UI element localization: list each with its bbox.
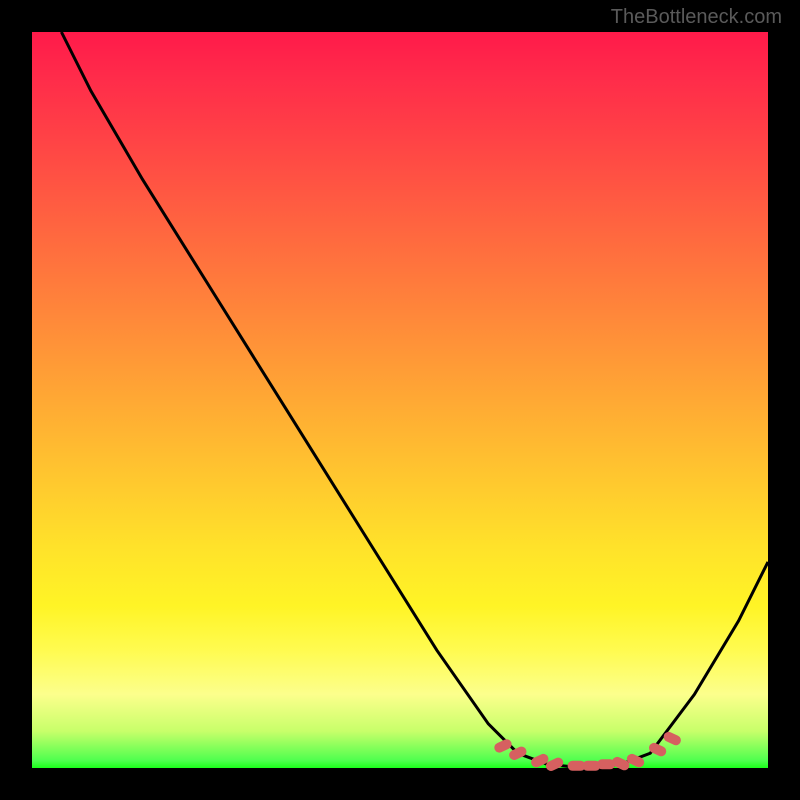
chart-container: TheBottleneck.com xyxy=(0,0,800,800)
bottleneck-curve xyxy=(32,32,768,768)
curve-line xyxy=(61,32,768,768)
watermark-text: TheBottleneck.com xyxy=(611,6,782,29)
plot-area xyxy=(32,32,768,768)
